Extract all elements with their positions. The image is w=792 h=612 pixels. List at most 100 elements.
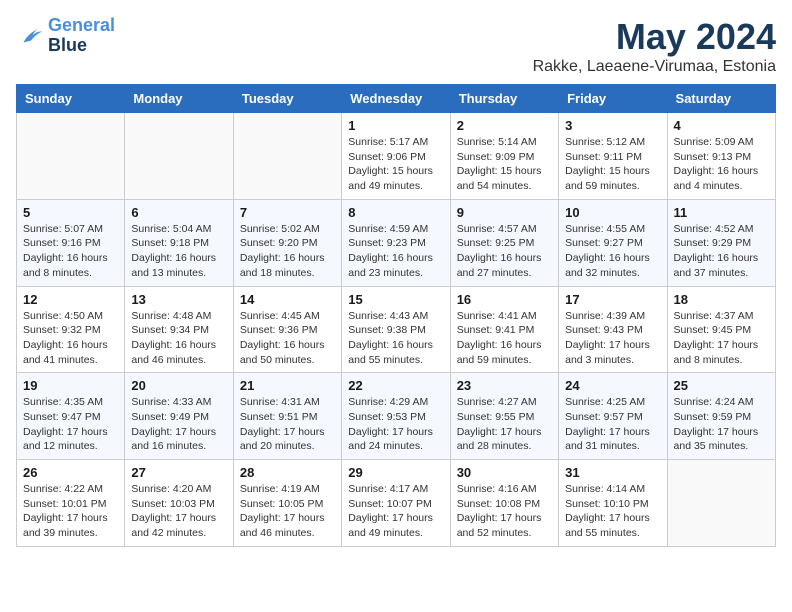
calendar-cell: 7 Sunrise: 5:02 AM Sunset: 9:20 PM Daylig… (233, 199, 341, 286)
day-info: Sunrise: 5:12 AM Sunset: 9:11 PM Dayligh… (565, 135, 660, 194)
calendar-cell: 23 Sunrise: 4:27 AM Sunset: 9:55 PM Dayli… (450, 373, 558, 460)
calendar-cell: 30Sunrise: 4:16 AM Sunset: 10:08 PM Dayl… (450, 460, 558, 547)
day-number: 16 (457, 292, 552, 307)
day-info: Sunrise: 4:55 AM Sunset: 9:27 PM Dayligh… (565, 222, 660, 281)
calendar-cell: 22 Sunrise: 4:29 AM Sunset: 9:53 PM Dayli… (342, 373, 450, 460)
day-info: Sunrise: 4:59 AM Sunset: 9:23 PM Dayligh… (348, 222, 443, 281)
day-number: 18 (674, 292, 769, 307)
day-info: Sunrise: 4:29 AM Sunset: 9:53 PM Dayligh… (348, 395, 443, 454)
calendar-cell: 28Sunrise: 4:19 AM Sunset: 10:05 PM Dayl… (233, 460, 341, 547)
day-number: 10 (565, 205, 660, 220)
calendar-cell: 31 Sunrise: 4:14 AM Sunset: 10:10 PM Dayl… (559, 460, 667, 547)
day-number: 2 (457, 118, 552, 133)
calendar-cell: 10 Sunrise: 4:55 AM Sunset: 9:27 PM Dayli… (559, 199, 667, 286)
day-number: 5 (23, 205, 118, 220)
day-info: Sunrise: 4:50 AM Sunset: 9:32 PM Dayligh… (23, 309, 118, 368)
day-info: Sunrise: 4:14 AM Sunset: 10:10 PM Daylig… (565, 482, 660, 541)
day-info: Sunrise: 5:04 AM Sunset: 9:18 PM Dayligh… (131, 222, 226, 281)
calendar-table: SundayMondayTuesdayWednesdayThursdayFrid… (16, 84, 776, 547)
calendar-cell: 9 Sunrise: 4:57 AM Sunset: 9:25 PM Daylig… (450, 199, 558, 286)
calendar-cell (667, 460, 775, 547)
calendar-cell: 17Sunrise: 4:39 AM Sunset: 9:43 PM Dayli… (559, 286, 667, 373)
day-number: 7 (240, 205, 335, 220)
day-info: Sunrise: 4:16 AM Sunset: 10:08 PM Daylig… (457, 482, 552, 541)
day-info: Sunrise: 4:48 AM Sunset: 9:34 PM Dayligh… (131, 309, 226, 368)
calendar-cell: 20 Sunrise: 4:33 AM Sunset: 9:49 PM Dayli… (125, 373, 233, 460)
day-number: 19 (23, 378, 118, 393)
weekday-header-monday: Monday (125, 85, 233, 113)
calendar-cell: 15 Sunrise: 4:43 AM Sunset: 9:38 PM Dayli… (342, 286, 450, 373)
day-number: 28 (240, 465, 335, 480)
day-info: Sunrise: 5:09 AM Sunset: 9:13 PM Dayligh… (674, 135, 769, 194)
day-info: Sunrise: 4:24 AM Sunset: 9:59 PM Dayligh… (674, 395, 769, 454)
weekday-header-row: SundayMondayTuesdayWednesdayThursdayFrid… (17, 85, 776, 113)
weekday-header-wednesday: Wednesday (342, 85, 450, 113)
day-number: 4 (674, 118, 769, 133)
day-number: 9 (457, 205, 552, 220)
day-number: 23 (457, 378, 552, 393)
day-info: Sunrise: 4:33 AM Sunset: 9:49 PM Dayligh… (131, 395, 226, 454)
logo-icon (16, 22, 44, 50)
title-block: May 2024 Rakke, Laeaene-Virumaa, Estonia (533, 16, 776, 76)
day-info: Sunrise: 4:20 AM Sunset: 10:03 PM Daylig… (131, 482, 226, 541)
calendar-row-0: 1 Sunrise: 5:17 AM Sunset: 9:06 PM Daylig… (17, 113, 776, 200)
weekday-header-saturday: Saturday (667, 85, 775, 113)
day-info: Sunrise: 4:37 AM Sunset: 9:45 PM Dayligh… (674, 309, 769, 368)
day-info: Sunrise: 4:39 AM Sunset: 9:43 PM Dayligh… (565, 309, 660, 368)
weekday-header-thursday: Thursday (450, 85, 558, 113)
day-number: 22 (348, 378, 443, 393)
calendar-cell: 4 Sunrise: 5:09 AM Sunset: 9:13 PM Daylig… (667, 113, 775, 200)
day-info: Sunrise: 4:57 AM Sunset: 9:25 PM Dayligh… (457, 222, 552, 281)
day-number: 31 (565, 465, 660, 480)
calendar-cell: 21 Sunrise: 4:31 AM Sunset: 9:51 PM Dayli… (233, 373, 341, 460)
day-info: Sunrise: 4:41 AM Sunset: 9:41 PM Dayligh… (457, 309, 552, 368)
calendar-cell: 5 Sunrise: 5:07 AM Sunset: 9:16 PM Daylig… (17, 199, 125, 286)
calendar-cell (17, 113, 125, 200)
calendar-row-2: 12 Sunrise: 4:50 AM Sunset: 9:32 PM Dayli… (17, 286, 776, 373)
day-number: 3 (565, 118, 660, 133)
day-number: 21 (240, 378, 335, 393)
subtitle: Rakke, Laeaene-Virumaa, Estonia (533, 58, 776, 76)
calendar-row-3: 19 Sunrise: 4:35 AM Sunset: 9:47 PM Dayli… (17, 373, 776, 460)
day-info: Sunrise: 4:27 AM Sunset: 9:55 PM Dayligh… (457, 395, 552, 454)
day-number: 15 (348, 292, 443, 307)
day-number: 24 (565, 378, 660, 393)
day-info: Sunrise: 5:02 AM Sunset: 9:20 PM Dayligh… (240, 222, 335, 281)
day-info: Sunrise: 5:17 AM Sunset: 9:06 PM Dayligh… (348, 135, 443, 194)
calendar-cell: 8 Sunrise: 4:59 AM Sunset: 9:23 PM Daylig… (342, 199, 450, 286)
day-info: Sunrise: 4:43 AM Sunset: 9:38 PM Dayligh… (348, 309, 443, 368)
day-number: 8 (348, 205, 443, 220)
weekday-header-tuesday: Tuesday (233, 85, 341, 113)
logo-text: General Blue (48, 16, 115, 56)
day-number: 11 (674, 205, 769, 220)
calendar-cell: 11Sunrise: 4:52 AM Sunset: 9:29 PM Dayli… (667, 199, 775, 286)
day-number: 13 (131, 292, 226, 307)
calendar-cell: 18 Sunrise: 4:37 AM Sunset: 9:45 PM Dayli… (667, 286, 775, 373)
day-info: Sunrise: 4:45 AM Sunset: 9:36 PM Dayligh… (240, 309, 335, 368)
calendar-row-4: 26Sunrise: 4:22 AM Sunset: 10:01 PM Dayl… (17, 460, 776, 547)
day-info: Sunrise: 4:31 AM Sunset: 9:51 PM Dayligh… (240, 395, 335, 454)
day-info: Sunrise: 4:17 AM Sunset: 10:07 PM Daylig… (348, 482, 443, 541)
day-info: Sunrise: 4:35 AM Sunset: 9:47 PM Dayligh… (23, 395, 118, 454)
day-number: 1 (348, 118, 443, 133)
weekday-header-friday: Friday (559, 85, 667, 113)
calendar-cell: 26Sunrise: 4:22 AM Sunset: 10:01 PM Dayl… (17, 460, 125, 547)
calendar-cell: 2 Sunrise: 5:14 AM Sunset: 9:09 PM Daylig… (450, 113, 558, 200)
day-info: Sunrise: 5:14 AM Sunset: 9:09 PM Dayligh… (457, 135, 552, 194)
calendar-cell: 6 Sunrise: 5:04 AM Sunset: 9:18 PM Daylig… (125, 199, 233, 286)
logo: General Blue (16, 16, 115, 56)
day-info: Sunrise: 4:22 AM Sunset: 10:01 PM Daylig… (23, 482, 118, 541)
calendar-cell: 29Sunrise: 4:17 AM Sunset: 10:07 PM Dayl… (342, 460, 450, 547)
day-number: 12 (23, 292, 118, 307)
day-info: Sunrise: 5:07 AM Sunset: 9:16 PM Dayligh… (23, 222, 118, 281)
day-number: 6 (131, 205, 226, 220)
calendar-cell: 24Sunrise: 4:25 AM Sunset: 9:57 PM Dayli… (559, 373, 667, 460)
calendar-cell: 14Sunrise: 4:45 AM Sunset: 9:36 PM Dayli… (233, 286, 341, 373)
calendar-cell: 16 Sunrise: 4:41 AM Sunset: 9:41 PM Dayli… (450, 286, 558, 373)
calendar-cell: 13 Sunrise: 4:48 AM Sunset: 9:34 PM Dayli… (125, 286, 233, 373)
day-number: 20 (131, 378, 226, 393)
calendar-cell: 3 Sunrise: 5:12 AM Sunset: 9:11 PM Daylig… (559, 113, 667, 200)
calendar-cell: 27Sunrise: 4:20 AM Sunset: 10:03 PM Dayl… (125, 460, 233, 547)
calendar-cell (125, 113, 233, 200)
calendar-cell: 19 Sunrise: 4:35 AM Sunset: 9:47 PM Dayli… (17, 373, 125, 460)
